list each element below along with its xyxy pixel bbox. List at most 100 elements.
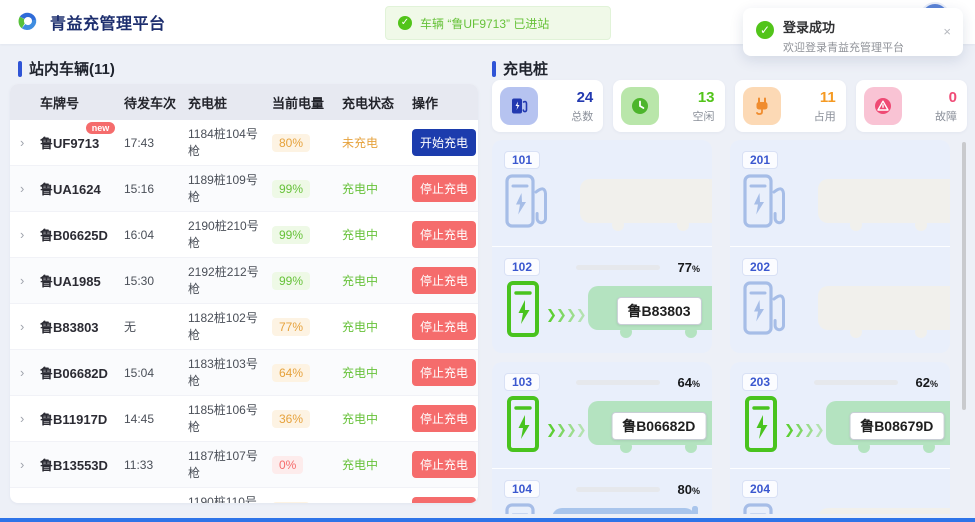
battery-badge: 89% [272,502,310,504]
stat-card: 11 占用 [735,80,846,132]
app-title: 青益充管理平台 [50,10,166,34]
pile-slot: 201 % ❯❯❯❯ [730,140,950,246]
bus-icon [588,325,712,342]
expand-chevron-icon[interactable]: › [14,457,40,472]
pile-number-chip: 204 [742,480,778,498]
new-badge: new [86,122,116,134]
charging-flow-chevrons: ❯❯❯❯ [546,422,586,438]
charge-action-button[interactable]: 停止充电 [412,359,476,386]
window-bottom-edge [0,518,975,522]
departure-time: 16:04 [124,228,188,242]
expand-chevron-icon[interactable]: › [14,181,40,196]
col-header-pile: 充电桩 [188,93,272,112]
pile-number-chip: 102 [504,258,540,276]
bus-icon [818,218,950,235]
pile-card: 103 64% ❯❯❯❯ 鲁B06682D 104 80% ❯❯❯❯ [492,362,712,514]
title-accent-bar [492,61,496,77]
bus: 鲁UF9713 [552,502,700,514]
stat-value: 13 [693,89,715,106]
bus: 鲁B06682D [588,395,712,458]
charge-action-button[interactable]: 停止充电 [412,175,476,202]
plug-icon [743,87,781,125]
bus-icon [826,440,950,457]
col-header-plate: 车牌号 [40,93,124,112]
charge-action-button[interactable]: 停止充电 [412,451,476,478]
close-icon[interactable]: × [943,24,951,39]
pile-column: 201 % ❯❯❯❯ 202 % ❯❯❯❯ [730,140,950,514]
expand-chevron-icon[interactable]: › [14,365,40,380]
departure-time: 14:45 [124,412,188,426]
charge-percent: 80% [660,482,700,497]
expand-chevron-icon[interactable]: › [14,135,40,150]
piles-grid[interactable]: 101 % ❯❯❯❯ 102 77% ❯❯❯❯ [492,140,967,514]
expand-chevron-icon[interactable]: › [14,319,40,334]
table-row: › 鲁B11917Dnew 14:45 1185桩106号枪 36% 充电中 停… [10,396,478,442]
charge-action-button[interactable]: 停止充电 [412,313,476,340]
pile-name: 2190桩210号枪 [188,218,272,252]
title-accent-bar [18,61,22,77]
charge-action-button[interactable]: 停止充电 [412,497,476,503]
battery-badge: 99% [272,226,310,244]
plate-number: 鲁B83803new [40,317,99,336]
table-row: › 鲁UA1985new 15:30 2192桩212号枪 99% 充电中 停止… [10,258,478,304]
charge-action-button[interactable]: 开始充电 [412,129,476,156]
bus-plate: 鲁B08679D [849,412,944,440]
stat-card: 13 空闲 [613,80,724,132]
pile-number-chip: 103 [504,373,540,391]
plate-number: 鲁UA1624new [40,179,101,198]
departure-time: 无 [124,318,188,335]
bus: 鲁B83803 [588,280,712,343]
col-header-action: 操作 [412,93,474,112]
charge-percent: 62% [898,375,938,390]
expand-chevron-icon[interactable]: › [14,411,40,426]
charge-progress: 80% [576,482,700,497]
battery-badge: 99% [272,180,310,198]
expand-chevron-icon[interactable]: › [14,273,40,288]
charge-action-button[interactable]: 停止充电 [412,221,476,248]
progress-track [576,265,660,270]
table-row: › 鲁B06625Dnew 16:04 2190桩210号枪 99% 充电中 停… [10,212,478,258]
charging-pile-icon [504,502,552,514]
departure-time: 15:16 [124,182,188,196]
stat-card: 24 总数 [492,80,603,132]
plate-number: 鲁B11917Dnew [40,409,107,428]
battery-badge: 80% [272,134,310,152]
pile-name: 1190桩110号枪 [188,494,272,503]
pile-card: 201 % ❯❯❯❯ 202 % ❯❯❯❯ [730,140,950,353]
charging-pile-icon [742,280,790,343]
vehicles-title-text: 站内车辆(11) [29,58,115,79]
table-row: › 鲁UF9713new 17:43 1184桩104号枪 80% 未充电 开始… [10,120,478,166]
pile-number-chip: 201 [742,151,778,169]
charge-action-button[interactable]: 停止充电 [412,405,476,432]
pile-slot: 101 % ❯❯❯❯ [492,140,712,246]
progress-track [576,487,660,492]
pile-name: 1187桩107号枪 [188,448,272,482]
stat-card: 0 故障 [856,80,967,132]
charging-pile-icon [504,280,542,343]
scrollbar-thumb[interactable] [962,142,966,410]
pile-card: 101 % ❯❯❯❯ 102 77% ❯❯❯❯ [492,140,712,353]
bus-plate: 鲁B83803 [617,297,702,325]
notification-message: 欢迎登录青益充管理平台 [783,39,951,55]
charging-pile-icon [742,395,780,458]
battery-badge: 77% [272,318,310,336]
plate-number: 鲁B06682Dnew [40,363,108,382]
pile-name: 1184桩104号枪 [188,126,272,160]
expand-chevron-icon[interactable]: › [14,227,40,242]
charge-action-button[interactable]: 停止充电 [412,267,476,294]
charging-status: 充电中 [342,180,412,197]
table-row: › 鲁B83803new 无 1182桩102号枪 77% 充电中 停止充电 [10,304,478,350]
check-icon: ✓ [756,21,774,39]
battery-badge: 99% [272,272,310,290]
login-success-notification: ✓ 登录成功 欢迎登录青益充管理平台 × [743,8,963,56]
charging-pile-icon [742,502,790,514]
charging-pile-icon [742,173,790,236]
charging-status: 充电中 [342,502,412,503]
table-header-row: 车牌号 待发车次 充电桩 当前电量 充电状态 操作 [10,84,478,120]
pile-name: 1183桩103号枪 [188,356,272,390]
charge-percent: 64% [660,375,700,390]
progress-track [576,380,660,385]
pile-slot: 104 80% ❯❯❯❯ 鲁UF9713 [492,468,712,514]
table-row: › 鲁UA1624new 15:16 1189桩109号枪 99% 充电中 停止… [10,166,478,212]
departure-time: 11:33 [124,458,188,472]
